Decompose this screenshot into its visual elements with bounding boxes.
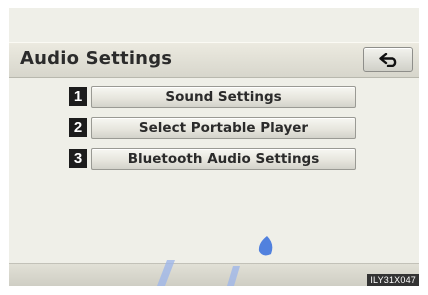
image-code-label: ILY31X047 bbox=[367, 274, 419, 286]
page: Audio Settings 1 Sound Settings 2 Select… bbox=[0, 0, 428, 295]
display-screen: Audio Settings 1 Sound Settings 2 Select… bbox=[9, 8, 419, 286]
decorative-glare-shapes bbox=[157, 236, 273, 286]
